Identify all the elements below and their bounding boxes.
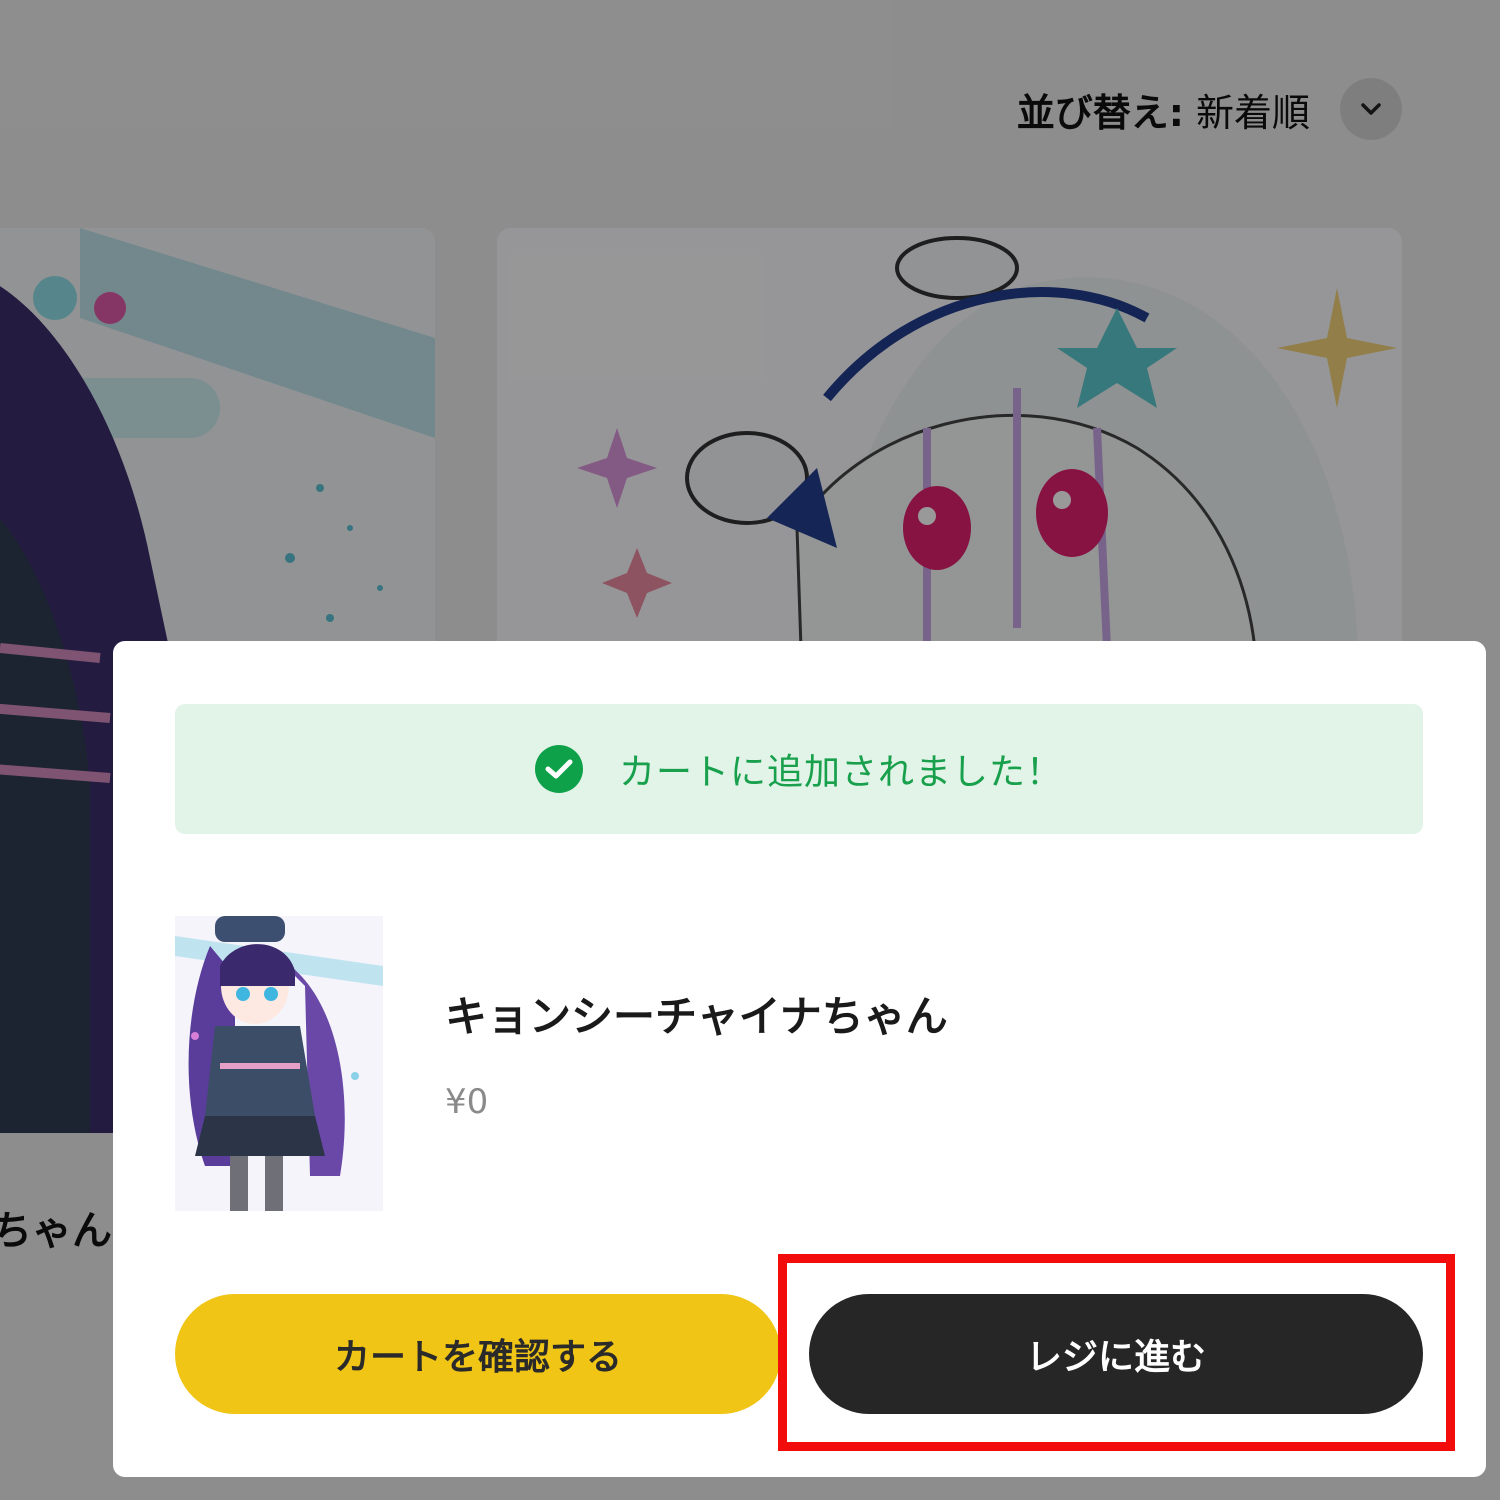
check-circle-icon	[534, 745, 583, 793]
product-info: キョンシーチャイナちゃん ¥0	[445, 983, 948, 1122]
page: 並び替え: 新着順 ちゃん カートに追加されました！ キョンシーチャイナちゃん …	[0, 0, 1500, 1500]
product-price: ¥0	[445, 1082, 489, 1122]
success-notice: カートに追加されました！	[175, 704, 1423, 834]
cart-product: キョンシーチャイナちゃん ¥0	[175, 916, 948, 1211]
product-name: キョンシーチャイナちゃん	[445, 992, 948, 1041]
view-cart-button[interactable]: カートを確認する	[175, 1294, 781, 1414]
product-thumbnail	[175, 916, 383, 1211]
highlight-box	[778, 1254, 1455, 1451]
success-message: カートに追加されました！	[618, 752, 1063, 793]
